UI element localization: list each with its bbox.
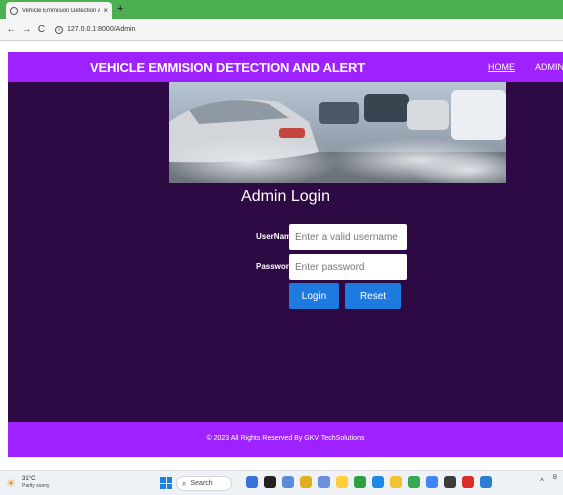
username-input[interactable]	[289, 224, 407, 250]
globe-icon	[10, 6, 18, 15]
nav-link-admin[interactable]: ADMIN	[535, 62, 563, 72]
app-icon[interactable]	[390, 476, 402, 488]
app-icon[interactable]	[246, 476, 258, 488]
app-icon[interactable]	[444, 476, 456, 488]
app-icon[interactable]	[372, 476, 384, 488]
search-label: Search	[190, 480, 213, 487]
screen: Vehicle Emmision Detection And × + ← → C…	[0, 0, 563, 495]
windows-start-icon[interactable]	[160, 477, 172, 489]
url-field[interactable]: i 127.0.0.1:8000/Admin	[55, 25, 136, 34]
url-text: 127.0.0.1:8000/Admin	[67, 26, 136, 33]
chevron-up-icon[interactable]: ^	[540, 477, 544, 486]
nav-link-home[interactable]: HOME	[488, 62, 515, 72]
sun-cloud-icon[interactable]: ☀	[6, 477, 16, 490]
login-button[interactable]: Login	[289, 283, 339, 309]
new-tab-icon[interactable]: +	[117, 2, 123, 16]
browser-tab[interactable]: Vehicle Emmision Detection And ×	[6, 2, 112, 19]
browser-tab-strip: Vehicle Emmision Detection And × +	[0, 0, 563, 19]
app-icon[interactable]	[318, 476, 330, 488]
password-input[interactable]	[289, 254, 407, 280]
hero-image	[169, 82, 506, 183]
forward-icon[interactable]: →	[19, 24, 34, 35]
app-icon[interactable]	[354, 476, 366, 488]
reset-button[interactable]: Reset	[345, 283, 401, 309]
taskbar-search[interactable]: ⌕ Search	[176, 476, 232, 491]
site-footer: © 2023 All Rights Reserved By GKV TechSo…	[8, 422, 563, 457]
site-brand: VEHICLE EMMISION DETECTION AND ALERT	[90, 60, 365, 75]
app-icon[interactable]	[264, 476, 276, 488]
taskbar: ☀ 31°C Partly sunny ⌕ Search ^ B	[0, 470, 563, 495]
address-bar: ← → C i 127.0.0.1:8000/Admin	[0, 19, 563, 41]
weather-widget[interactable]: 31°C Partly sunny	[22, 476, 50, 490]
chrome-icon[interactable]	[426, 476, 438, 488]
app-icon[interactable]	[480, 476, 492, 488]
back-icon[interactable]: ←	[4, 24, 19, 35]
main-content: Admin Login UserName Password Login Rese…	[8, 82, 563, 422]
taskbar-app-icons	[246, 476, 492, 488]
app-icon[interactable]	[300, 476, 312, 488]
info-icon[interactable]: i	[55, 25, 63, 34]
app-icon[interactable]	[408, 476, 420, 488]
weather-description: Partly sunny	[22, 483, 50, 489]
weather-temperature: 31°C	[22, 476, 36, 482]
footer-copyright: © 2023 All Rights Reserved By GKV TechSo…	[206, 435, 365, 442]
site-navbar: VEHICLE EMMISION DETECTION AND ALERT HOM…	[8, 52, 563, 82]
app-icon[interactable]	[282, 476, 294, 488]
tray-clock: B	[553, 475, 558, 481]
traffic-smoke-illustration	[169, 82, 506, 183]
app-icon[interactable]	[462, 476, 474, 488]
close-icon[interactable]: ×	[103, 6, 108, 15]
app-icon[interactable]	[336, 476, 348, 488]
reload-icon[interactable]: C	[34, 24, 49, 35]
search-icon: ⌕	[182, 478, 187, 488]
login-title: Admin Login	[241, 188, 330, 205]
tab-title: Vehicle Emmision Detection And	[22, 7, 101, 14]
